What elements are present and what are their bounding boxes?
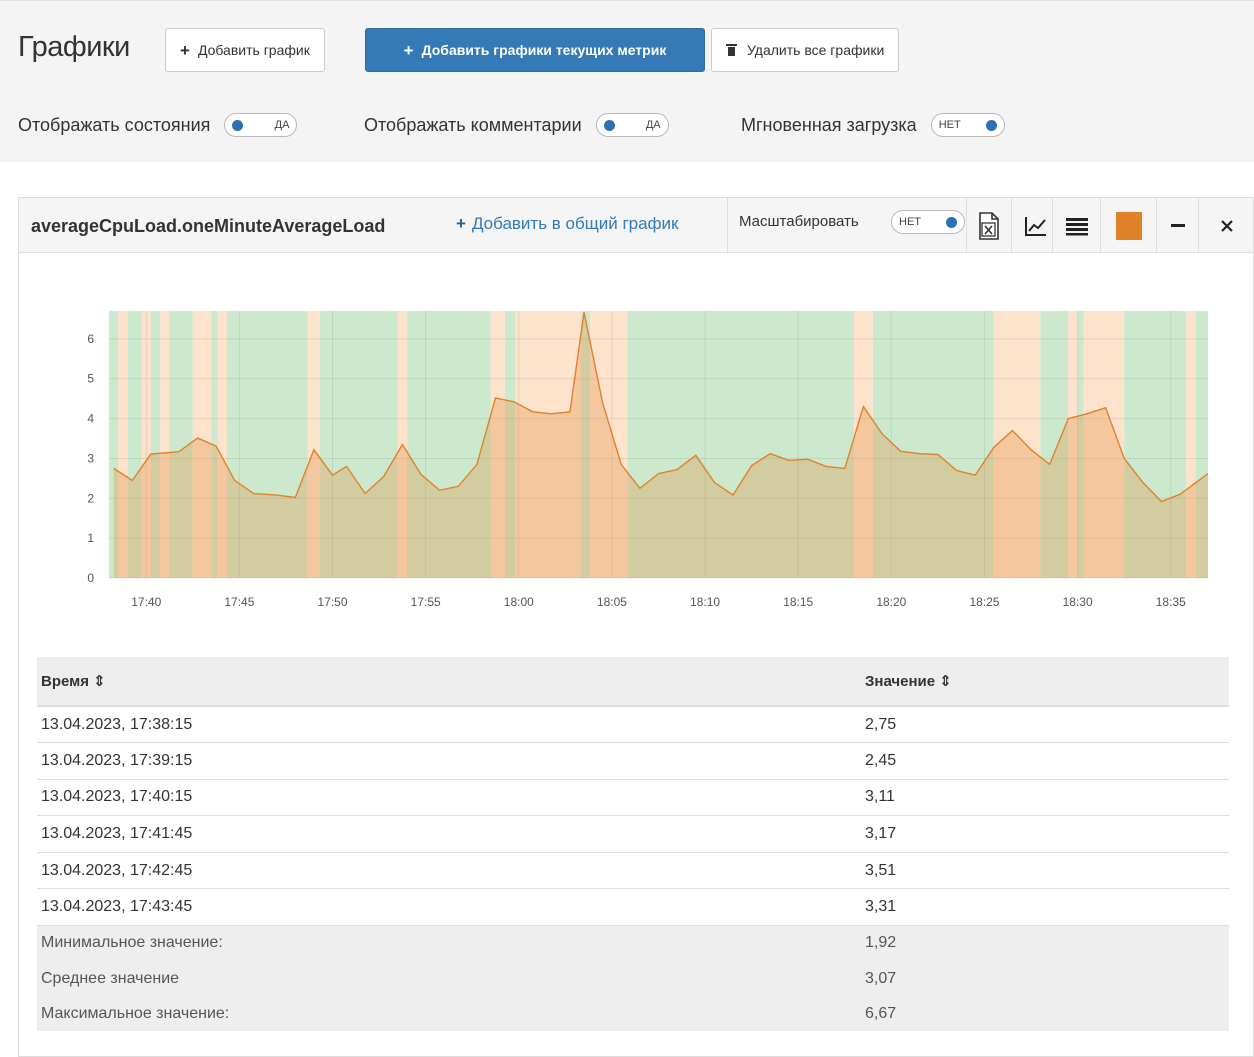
value-cell: 3,31 [861, 888, 1229, 927]
x-tick-label: 18:35 [1156, 595, 1186, 609]
time-cell: 13.04.2023, 17:43:45 [37, 888, 861, 927]
value-cell: 3,51 [861, 852, 1229, 890]
table-row: 13.04.2023, 17:41:45 3,17 [37, 815, 1229, 853]
time-cell: 13.04.2023, 17:40:15 [37, 779, 861, 817]
color-swatch [1115, 211, 1142, 240]
option-show-states: Отображать состояния ДА [18, 113, 298, 137]
toggle-knob [603, 119, 615, 131]
summary-label: Минимальное значение: [37, 925, 861, 961]
x-tick-label: 18:10 [690, 595, 720, 609]
time-cell: 13.04.2023, 17:38:15 [37, 706, 861, 744]
option-label: Отображать состояния [18, 114, 211, 135]
chart-panel-header: averageCpuLoad.oneMinuteAverageLoad + Доб… [19, 198, 1253, 253]
x-tick-label: 18:15 [783, 595, 813, 609]
summary-row-max: Максимальное значение: 6,67 [37, 996, 1229, 1032]
minimize-icon[interactable] [1157, 198, 1199, 253]
time-cell: 13.04.2023, 17:41:45 [37, 815, 861, 853]
value-cell: 3,17 [861, 815, 1229, 853]
x-tick-label: 18:20 [876, 595, 906, 609]
y-axis: 0 1 2 3 4 5 6 [87, 332, 94, 585]
values-table: Время ⇕ Значение ⇕ 13.04.2023, 17:38:15 2… [37, 657, 1229, 1032]
instant-load-toggle[interactable]: НЕТ [930, 113, 1005, 137]
add-current-metrics-button[interactable]: + Добавить графики текущих метрик [365, 28, 705, 72]
y-tick-label: 4 [87, 412, 94, 426]
y-tick-label: 0 [87, 571, 94, 585]
table-row: 13.04.2023, 17:40:15 3,11 [37, 779, 1229, 817]
option-label: Мгновенная загрузка [741, 114, 917, 135]
show-states-toggle[interactable]: ДА [224, 113, 298, 137]
y-tick-label: 5 [87, 372, 94, 386]
time-cell: 13.04.2023, 17:39:15 [37, 742, 861, 780]
summary-value: 6,67 [861, 996, 1229, 1032]
time-column-header[interactable]: Время ⇕ [37, 657, 861, 707]
add-to-common-label: Добавить в общий график [471, 214, 679, 233]
scale-toggle[interactable]: НЕТ [891, 210, 965, 234]
toggle-state: ДА [645, 119, 661, 131]
x-tick-label: 18:25 [969, 595, 999, 609]
x-axis: 17:40 17:45 17:50 17:55 18:00 18:05 18:10 18:15… [131, 595, 1186, 609]
x-tick-label: 18:00 [504, 595, 534, 609]
add-chart-button[interactable]: + Добавить график [165, 28, 325, 72]
table-row: 13.04.2023, 17:43:45 3,31 [37, 888, 1229, 927]
plus-icon: + [403, 40, 414, 60]
y-tick-label: 3 [87, 451, 94, 465]
plus-icon: + [456, 214, 466, 233]
table-row: 13.04.2023, 17:38:15 2,75 [37, 706, 1229, 744]
value-column-header[interactable]: Значение ⇕ [861, 657, 1229, 707]
option-instant-load: Мгновенная загрузка НЕТ [741, 113, 1005, 137]
scale-label: Масштабировать [739, 213, 859, 230]
toggle-state: НЕТ [938, 119, 961, 131]
summary-label: Среднее значение [37, 960, 861, 997]
line-chart-icon[interactable] [1019, 198, 1053, 253]
add-current-metrics-label: Добавить графики текущих метрик [421, 42, 667, 58]
metric-name: averageCpuLoad.oneMinuteAverageLoad [31, 216, 386, 236]
toggle-knob [985, 119, 997, 131]
x-tick-label: 17:50 [318, 595, 348, 609]
plus-icon: + [180, 40, 190, 60]
x-tick-label: 17:40 [131, 595, 161, 609]
toggle-knob [946, 216, 957, 228]
option-show-comments: Отображать комментарии ДА [364, 113, 669, 137]
toggle-state: НЕТ [899, 216, 921, 228]
add-to-common-chart-link[interactable]: + Добавить в общий график [456, 214, 678, 234]
trash-icon [726, 44, 737, 56]
x-tick-label: 17:45 [224, 595, 254, 609]
add-chart-label: Добавить график [197, 42, 310, 58]
delete-all-charts-button[interactable]: Удалить все графики [711, 28, 900, 72]
cpu-load-chart: 0 1 2 3 4 5 6 17:40 17:45 17:50 17:55 18:00 18:05 18… [18, 249, 1218, 634]
y-tick-label: 6 [87, 332, 94, 346]
toggle-knob [232, 119, 244, 131]
table-list-icon[interactable] [1053, 198, 1101, 253]
chart-svg: 0 1 2 3 4 5 6 17:40 17:45 17:50 17:55 18:00 18:05 18… [87, 311, 1209, 609]
summary-row-avg: Среднее значение 3,07 [37, 960, 1229, 997]
toggle-state: ДА [274, 119, 290, 131]
table-row: 13.04.2023, 17:39:15 2,45 [37, 742, 1229, 780]
color-swatch-icon[interactable] [1101, 198, 1157, 253]
x-tick-label: 17:55 [411, 595, 441, 609]
page-title: Графики [18, 31, 130, 63]
option-label: Отображать комментарии [364, 114, 582, 135]
show-comments-toggle[interactable]: ДА [595, 113, 669, 137]
table-row: 13.04.2023, 17:42:45 3,51 [37, 852, 1229, 890]
close-icon[interactable] [1199, 198, 1254, 253]
value-cell: 2,75 [861, 706, 1229, 744]
delete-all-label: Удалить все графики [747, 42, 885, 58]
y-tick-label: 2 [87, 491, 94, 505]
value-cell: 2,45 [861, 742, 1229, 780]
summary-value: 1,92 [861, 925, 1229, 961]
table-header-row: Время ⇕ Значение ⇕ [37, 657, 1229, 707]
x-tick-label: 18:05 [597, 595, 627, 609]
excel-export-icon[interactable] [967, 198, 1012, 253]
value-cell: 3,11 [861, 779, 1229, 817]
time-cell: 13.04.2023, 17:42:45 [37, 852, 861, 890]
summary-row-min: Минимальное значение: 1,92 [37, 925, 1229, 961]
charts-toolbar: Графики + Добавить график + Добавить гра… [0, 0, 1254, 162]
minus-bar [1170, 224, 1185, 227]
summary-value: 3,07 [861, 960, 1229, 997]
y-tick-label: 1 [87, 531, 94, 545]
x-tick-label: 18:30 [1063, 595, 1093, 609]
scale-control: Масштабировать НЕТ [727, 198, 967, 253]
summary-label: Максимальное значение: [37, 996, 861, 1032]
